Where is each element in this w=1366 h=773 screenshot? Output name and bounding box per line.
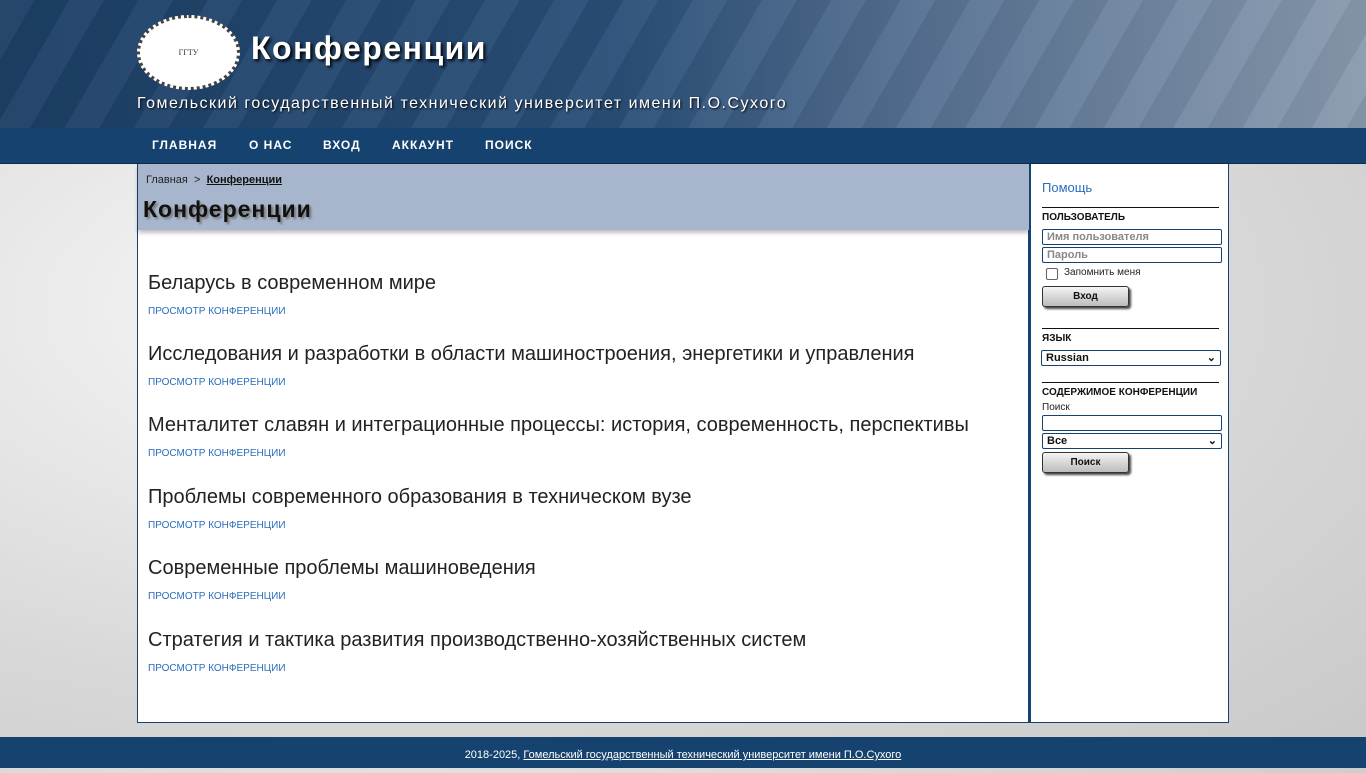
footer: 2018-2025, Гомельский государственный те…: [0, 737, 1366, 768]
conference-content-block: СОДЕРЖИМОЕ КОНФЕРЕНЦИИ Поиск Все ⌄ Поиск: [1042, 382, 1222, 473]
nav-search[interactable]: ПОИСК: [485, 138, 533, 152]
search-button[interactable]: Поиск: [1042, 452, 1129, 473]
university-logo[interactable]: ГГТУ: [137, 15, 240, 90]
breadcrumb: Главная > Конференции: [146, 174, 282, 186]
conference-title: Исследования и разработки в области маши…: [148, 343, 915, 365]
conference-item: Беларусь в современном мире ПРОСМОТР КОНФ…: [148, 272, 436, 317]
footer-university-link[interactable]: Гомельский государственный технический у…: [523, 749, 901, 761]
sidebar: Помощь ПОЛЬЗОВАТЕЛЬ Имя пользователя Пар…: [1029, 164, 1229, 723]
language-selected: Russian: [1046, 352, 1089, 364]
conference-item: Проблемы современного образования в техн…: [148, 486, 692, 531]
view-conference-link[interactable]: ПРОСМОТР КОНФЕРЕНЦИИ: [148, 448, 969, 459]
chevron-down-icon: ⌄: [1206, 352, 1216, 364]
language-select[interactable]: Russian ⌄: [1041, 350, 1221, 366]
language-heading: ЯЗЫК: [1042, 333, 1072, 344]
conference-title: Менталитет славян и интеграционные проце…: [148, 414, 969, 436]
chevron-down-icon: ⌄: [1207, 435, 1217, 447]
conference-title: Стратегия и тактика развития производств…: [148, 629, 807, 651]
page-header: Главная > Конференции Конференции: [138, 164, 1029, 230]
view-conference-link[interactable]: ПРОСМОТР КОНФЕРЕНЦИИ: [148, 663, 806, 674]
breadcrumb-separator: >: [194, 174, 201, 186]
nav-login[interactable]: ВХОД: [323, 138, 361, 152]
breadcrumb-current[interactable]: Конференции: [207, 174, 282, 186]
main-nav: ГЛАВНАЯ О НАС ВХОД АККАУНТ ПОИСК: [0, 128, 1366, 164]
scope-selected: Все: [1047, 435, 1068, 447]
page-title: Конференции: [143, 196, 312, 222]
login-button[interactable]: Вход: [1042, 286, 1129, 307]
conference-item: Исследования и разработки в области маши…: [148, 343, 915, 388]
search-label: Поиск: [1042, 402, 1070, 413]
user-block: ПОЛЬЗОВАТЕЛЬ Имя пользователя Пароль Зап…: [1042, 207, 1222, 307]
nav-account[interactable]: АККАУНТ: [392, 138, 454, 152]
content-heading: СОДЕРЖИМОЕ КОНФЕРЕНЦИИ: [1042, 387, 1198, 398]
view-conference-link[interactable]: ПРОСМОТР КОНФЕРЕНЦИИ: [148, 591, 536, 602]
search-scope-select[interactable]: Все ⌄: [1042, 433, 1222, 449]
conference-item: Менталитет славян и интеграционные проце…: [148, 414, 969, 459]
remember-label: Запомнить меня: [1064, 267, 1141, 278]
view-conference-link[interactable]: ПРОСМОТР КОНФЕРЕНЦИИ: [148, 377, 915, 388]
site-header: ГГТУ Конференции Гомельский государствен…: [0, 0, 1366, 128]
language-block: ЯЗЫК Russian ⌄: [1041, 328, 1221, 366]
view-conference-link[interactable]: ПРОСМОТР КОНФЕРЕНЦИИ: [148, 520, 692, 531]
password-input[interactable]: Пароль: [1042, 247, 1222, 263]
help-link[interactable]: Помощь: [1042, 180, 1092, 195]
nav-home[interactable]: ГЛАВНАЯ: [152, 138, 217, 152]
username-input[interactable]: Имя пользователя: [1042, 229, 1222, 245]
conference-item: Современные проблемы машиноведения ПРОСМО…: [148, 557, 536, 602]
footer-years: 2018-2025,: [464, 749, 521, 761]
conference-title: Беларусь в современном мире: [148, 272, 436, 294]
site-title: Конференции: [251, 30, 487, 66]
view-conference-link[interactable]: ПРОСМОТР КОНФЕРЕНЦИИ: [148, 306, 436, 317]
breadcrumb-home[interactable]: Главная: [146, 174, 188, 186]
site-subtitle: Гомельский государственный технический у…: [137, 95, 788, 112]
remember-checkbox[interactable]: [1046, 268, 1058, 280]
conference-title: Современные проблемы машиноведения: [148, 557, 536, 579]
search-input[interactable]: [1042, 415, 1222, 431]
conference-title: Проблемы современного образования в техн…: [148, 486, 692, 508]
conference-item: Стратегия и тактика развития производств…: [148, 629, 806, 674]
nav-about[interactable]: О НАС: [249, 138, 292, 152]
main-content: Главная > Конференции Конференции Белару…: [137, 164, 1029, 723]
user-heading: ПОЛЬЗОВАТЕЛЬ: [1042, 212, 1126, 223]
